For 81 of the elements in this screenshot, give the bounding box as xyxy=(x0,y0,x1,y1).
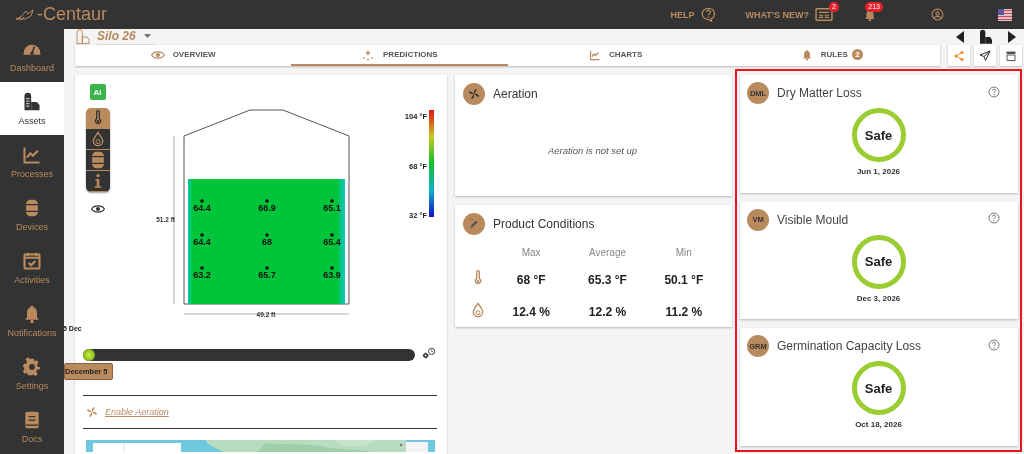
sidebar-item[interactable]: Assets xyxy=(0,82,64,136)
prediction-date: Dec 3, 2026 xyxy=(856,293,901,303)
building-icon[interactable] xyxy=(978,29,994,45)
sidebar-item[interactable]: Activities xyxy=(0,241,64,295)
layer-button[interactable] xyxy=(85,150,110,171)
sensor-reading: 64.4 xyxy=(193,199,211,213)
fan-icon xyxy=(85,405,99,419)
store-button[interactable] xyxy=(1000,45,1022,66)
timeline-slider[interactable] xyxy=(83,348,415,361)
gear-icon xyxy=(22,357,42,378)
chart-icon xyxy=(588,48,601,61)
enable-aeration-link[interactable]: Enable Aeration xyxy=(105,407,169,417)
help-icon[interactable] xyxy=(988,85,1000,98)
bell-icon xyxy=(800,48,813,61)
next-icon[interactable] xyxy=(1008,31,1016,43)
card-title: Aeration xyxy=(493,87,538,101)
previous-icon[interactable] xyxy=(956,31,964,43)
flag-icon[interactable] xyxy=(998,8,1012,21)
table-cell-text: 12.2 % xyxy=(587,305,628,319)
whats-new-link[interactable]: WHAT'S NEW? xyxy=(745,9,809,20)
table-cell-text: 50.1 °F xyxy=(663,273,705,287)
prediction-date: Oct 18, 2026 xyxy=(855,420,902,430)
share-icon xyxy=(953,49,965,62)
card-title: Visible Mould xyxy=(777,212,849,227)
tab[interactable]: OVERVIEW xyxy=(75,45,292,66)
card-title: Product Conditions xyxy=(493,217,595,231)
table-cell-text: 11.2 % xyxy=(664,305,704,319)
tab[interactable]: CHARTS xyxy=(507,45,724,66)
paper-plane-icon xyxy=(979,49,991,62)
help-icon[interactable] xyxy=(988,212,1000,225)
eye-icon[interactable] xyxy=(90,202,105,216)
table-cell-text: 12.4 % xyxy=(511,305,551,319)
bird-logo-icon xyxy=(14,7,36,22)
sensor-reading: 66.9 xyxy=(258,199,276,213)
table-cell-text: 65.3 °F xyxy=(587,273,628,287)
app-logo: -Centaur xyxy=(37,4,108,25)
sensor-reading: 68 xyxy=(262,233,272,247)
store-icon xyxy=(1005,49,1017,62)
tab[interactable]: RULES 2 xyxy=(723,45,940,66)
sensor-reading: 65.1 xyxy=(323,199,341,213)
status-ring: Safe xyxy=(851,361,906,416)
count-badge: 2 xyxy=(851,49,863,60)
caret-icon xyxy=(143,34,151,38)
building-icon xyxy=(22,91,42,112)
status-ring: Safe xyxy=(851,234,906,289)
book-icon xyxy=(22,410,42,431)
table-cell-text: 68 °F xyxy=(515,273,547,287)
newspaper-icon[interactable] xyxy=(815,8,833,21)
help-link[interactable]: HELP xyxy=(670,9,695,20)
tab[interactable]: PREDICTIONS xyxy=(291,45,508,66)
user-icon[interactable] xyxy=(931,8,944,21)
sidebar-item[interactable]: Notifications xyxy=(0,294,64,348)
empty-message: Aeration is not set up xyxy=(546,145,639,156)
sensor-reading: 63.2 xyxy=(193,266,211,280)
sidebar-item[interactable]: Settings xyxy=(0,347,64,401)
sidebar-item[interactable]: Devices xyxy=(0,188,64,242)
sidebar-item[interactable]: Docs xyxy=(0,400,64,454)
send-button[interactable] xyxy=(974,45,996,66)
column-header: Average xyxy=(587,247,628,258)
slider-thumb[interactable] xyxy=(83,348,95,361)
card-title: Dry Matter Loss xyxy=(777,86,862,100)
prediction-date: Jun 1, 2026 xyxy=(856,167,901,176)
calendar-icon xyxy=(22,251,42,272)
drop-icon xyxy=(470,302,486,318)
status-ring: Safe xyxy=(851,108,906,162)
sensor-reading: 65.7 xyxy=(258,266,276,280)
help-icon[interactable] xyxy=(988,338,1000,351)
help-icon[interactable] xyxy=(700,7,716,22)
card-title: Germination Capacity Loss xyxy=(777,339,922,354)
layer-button[interactable] xyxy=(85,108,110,129)
column-header: Max xyxy=(520,247,542,258)
sensor-reading: 64.4 xyxy=(193,233,211,247)
building-icon xyxy=(75,29,91,45)
sensor-reading: 65.4 xyxy=(323,233,341,247)
sensor-reading: 63.9 xyxy=(323,266,341,280)
sidebar-item[interactable]: Dashboard xyxy=(0,29,64,83)
layer-button[interactable] xyxy=(85,171,110,192)
column-header: Min xyxy=(674,247,693,258)
ai-badge: AI xyxy=(89,84,106,100)
layer-button[interactable] xyxy=(85,129,110,150)
sidebar-item[interactable]: Processes xyxy=(0,135,64,189)
